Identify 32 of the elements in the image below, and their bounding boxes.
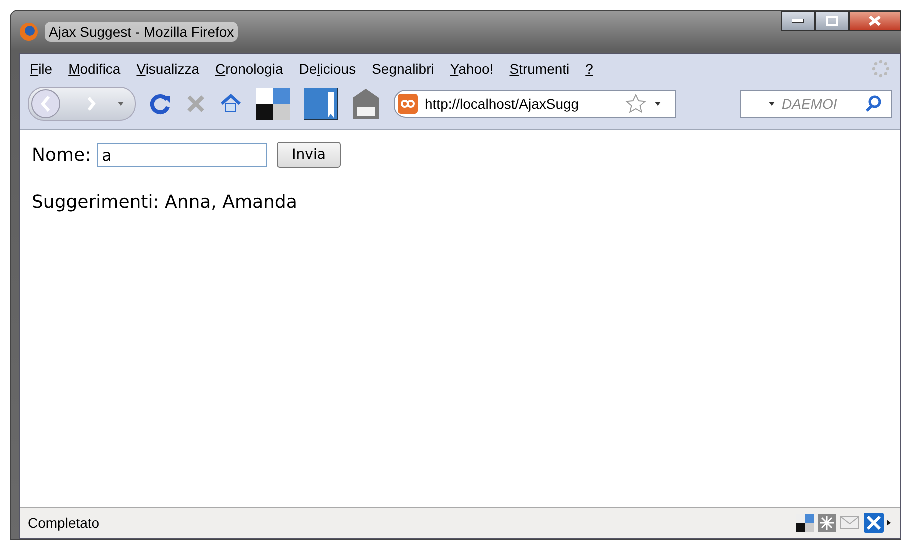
reload-icon[interactable] [150, 93, 172, 115]
menu-item[interactable]: File [30, 61, 53, 77]
menu-item[interactable]: Cronologia [216, 61, 284, 77]
maximize-button[interactable] [815, 11, 849, 31]
x-logo-icon[interactable] [864, 513, 892, 533]
search-icon[interactable] [865, 95, 883, 113]
star-icon[interactable] [625, 93, 647, 115]
close-button[interactable] [849, 11, 901, 31]
submit-button[interactable]: Invia [277, 142, 341, 168]
site-icon [395, 91, 421, 117]
name-input-field[interactable]: a [97, 143, 268, 167]
menu-item[interactable]: Delicious [299, 61, 356, 77]
home-icon[interactable] [220, 94, 242, 114]
minimize-icon [792, 19, 804, 23]
close-icon [869, 16, 881, 26]
status-text: Completato [28, 515, 100, 531]
window-title: Ajax Suggest - Mozilla Firefox [45, 22, 238, 42]
menu-item[interactable]: ? [586, 61, 594, 77]
menu-item[interactable]: Visualizza [136, 61, 200, 77]
field-label: Nome: [32, 144, 92, 166]
menu-item[interactable]: Strumenti [510, 61, 570, 77]
suggestions-text: Suggerimenti: Anna, Amanda [32, 192, 298, 213]
tag-icon[interactable] [352, 88, 380, 120]
search-bar[interactable]: DAEMOI [740, 90, 892, 118]
minimize-button[interactable] [781, 11, 815, 31]
bookmark-icon[interactable] [304, 88, 338, 120]
address-bar[interactable]: http://localhost/AjaxSugg [394, 90, 676, 118]
maximize-icon [826, 16, 838, 26]
menu-item[interactable]: Yahoo! [450, 61, 494, 77]
menu-item[interactable]: Modifica [68, 61, 121, 77]
throbber-icon [872, 60, 890, 78]
menu-item[interactable]: Segnalibri [372, 61, 434, 77]
